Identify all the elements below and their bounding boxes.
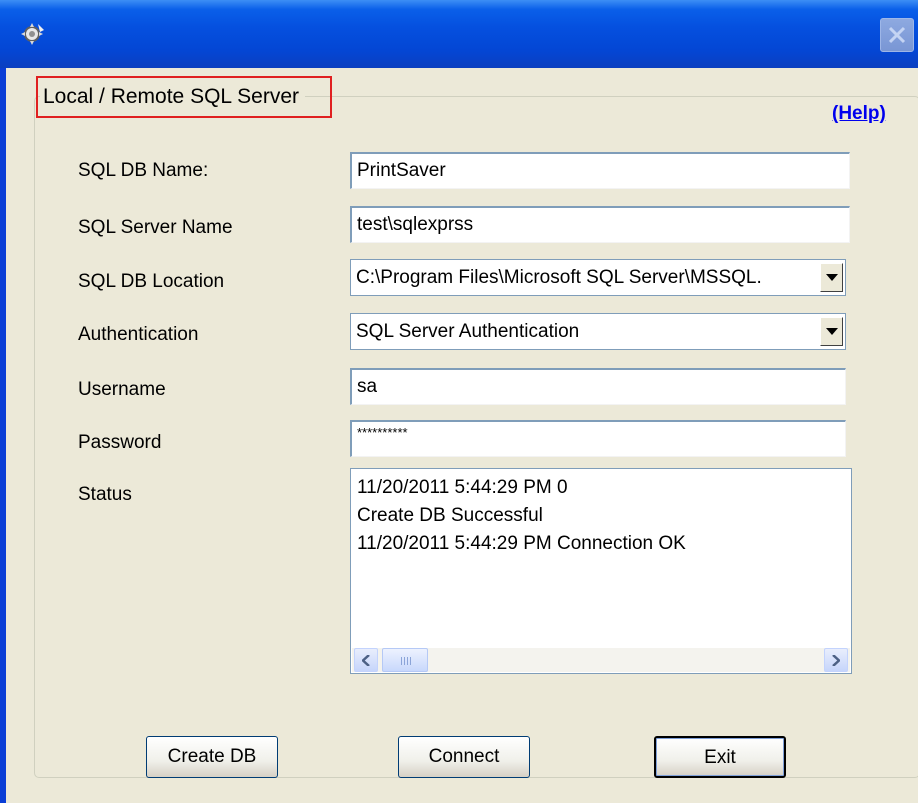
chevron-right-icon	[832, 655, 840, 666]
db-location-value: C:\Program Files\Microsoft SQL Server\MS…	[356, 267, 762, 288]
help-link[interactable]: (Help)	[832, 103, 886, 125]
status-log[interactable]: 11/20/2011 5:44:29 PM 0 Create DB Succes…	[350, 468, 852, 674]
title-bar[interactable]	[0, 0, 918, 68]
authentication-dropdown-button[interactable]	[820, 317, 843, 346]
username-value: sa	[357, 376, 378, 397]
group-label: Local / Remote SQL Server	[40, 80, 305, 114]
status-line: 11/20/2011 5:44:29 PM Connection OK	[357, 533, 686, 554]
app-gear-icon	[21, 23, 44, 45]
scroll-thumb[interactable]	[382, 648, 428, 672]
chevron-down-icon	[826, 328, 838, 335]
close-icon	[888, 26, 906, 44]
server-name-field[interactable]: test\sqlexprss	[350, 206, 850, 243]
status-label: Status	[78, 484, 132, 505]
db-location-dropdown[interactable]: C:\Program Files\Microsoft SQL Server\MS…	[350, 259, 846, 296]
dialog-window: Local / Remote SQL Server (Help) SQL DB …	[0, 0, 918, 803]
scroll-left-button[interactable]	[354, 648, 378, 672]
scroll-right-button[interactable]	[824, 648, 848, 672]
db-name-field[interactable]: PrintSaver	[350, 152, 850, 189]
horizontal-scrollbar[interactable]	[352, 648, 850, 672]
authentication-value: SQL Server Authentication	[356, 321, 580, 342]
username-label: Username	[78, 379, 166, 400]
password-value: **********	[357, 425, 408, 440]
chevron-down-icon	[826, 274, 838, 281]
password-field[interactable]: **********	[350, 420, 846, 457]
password-label: Password	[78, 432, 162, 453]
close-button[interactable]	[880, 18, 914, 52]
server-name-value: test\sqlexprss	[357, 214, 474, 235]
db-location-label: SQL DB Location	[78, 271, 225, 292]
db-name-label: SQL DB Name:	[78, 160, 209, 181]
dialog-client-area: Local / Remote SQL Server (Help) SQL DB …	[6, 68, 918, 803]
chevron-left-icon	[362, 655, 370, 666]
connect-button[interactable]: Connect	[398, 736, 530, 778]
exit-button[interactable]: Exit	[654, 736, 786, 778]
create-db-button[interactable]: Create DB	[146, 736, 278, 778]
status-line: 11/20/2011 5:44:29 PM 0	[357, 477, 568, 498]
server-name-label: SQL Server Name	[78, 217, 233, 238]
db-name-value: PrintSaver	[357, 160, 446, 181]
status-line: Create DB Successful	[357, 505, 543, 526]
authentication-dropdown[interactable]: SQL Server Authentication	[350, 313, 846, 350]
db-location-dropdown-button[interactable]	[820, 263, 843, 292]
authentication-label: Authentication	[78, 324, 199, 345]
username-field[interactable]: sa	[350, 368, 846, 405]
